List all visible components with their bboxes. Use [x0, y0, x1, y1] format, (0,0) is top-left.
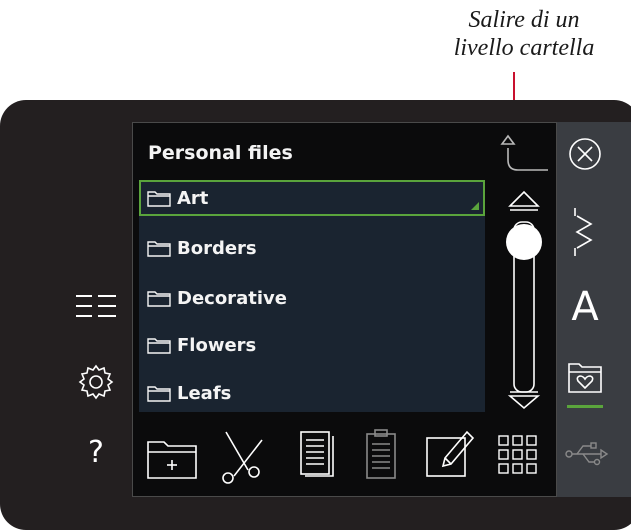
folder-icon — [147, 338, 171, 354]
scroll-up-icon[interactable] — [508, 190, 540, 207]
paste-icon — [366, 429, 396, 479]
bottom-toolbar — [139, 420, 559, 490]
help-icon[interactable]: ? — [70, 424, 130, 474]
personal-folder-button[interactable] — [557, 348, 631, 408]
list-item-label: Flowers — [177, 334, 257, 356]
personal-folder-icon — [568, 363, 602, 393]
grid-view-icon — [498, 435, 537, 474]
usb-button[interactable] — [557, 424, 631, 484]
folder-icon — [147, 191, 171, 207]
folder-icon — [147, 386, 171, 402]
annotation-label: Salire di un livello cartella — [424, 6, 624, 62]
annotation-line-1: Salire di un — [468, 7, 580, 33]
list-item-decorative[interactable]: Decorative — [139, 280, 485, 316]
list-item-leafs[interactable]: Leafs — [139, 375, 485, 411]
folder-icon — [147, 291, 171, 307]
list-view-icon[interactable] — [70, 282, 130, 332]
selection-corner-mark — [471, 202, 479, 210]
grid-view-button[interactable] — [491, 420, 547, 490]
list-item-flowers[interactable]: Flowers — [139, 327, 485, 363]
font-button[interactable]: A — [557, 272, 631, 332]
cut-button[interactable] — [214, 420, 270, 490]
font-icon: A — [571, 284, 599, 330]
new-folder-icon — [147, 441, 197, 479]
cut-icon — [222, 431, 263, 484]
active-indicator — [567, 405, 603, 408]
help-glyph: ? — [88, 435, 104, 470]
close-button[interactable] — [557, 124, 631, 184]
copy-icon — [300, 431, 334, 477]
rename-button[interactable] — [421, 420, 477, 490]
new-folder-button[interactable] — [144, 420, 200, 490]
list-item-borders[interactable]: Borders — [139, 230, 485, 266]
copy-button[interactable] — [289, 420, 345, 490]
list-item-label: Leafs — [177, 382, 232, 404]
list-item-label: Art — [177, 187, 209, 209]
font-glyph: A — [571, 284, 599, 330]
scroll-down-icon[interactable] — [507, 395, 541, 410]
stitch-button[interactable] — [557, 202, 631, 262]
right-rail: A — [557, 122, 631, 497]
list-item-label: Decorative — [177, 287, 287, 309]
stitch-icon — [574, 208, 593, 256]
paste-button[interactable] — [353, 420, 409, 490]
up-one-level-button[interactable] — [492, 130, 552, 180]
scrollbar[interactable] — [496, 186, 556, 416]
up-arrow-icon — [500, 134, 548, 171]
scroll-thumb[interactable] — [506, 224, 542, 260]
file-list: Art Borders Decorative Flowers Leafs — [139, 180, 485, 412]
settings-icon[interactable] — [70, 356, 130, 406]
annotation-line-2: livello cartella — [453, 35, 595, 61]
rename-icon — [426, 430, 475, 477]
usb-icon — [565, 442, 609, 466]
close-icon — [569, 138, 601, 170]
list-item-art[interactable]: Art — [139, 180, 485, 216]
folder-icon — [147, 241, 171, 257]
list-item-label: Borders — [177, 237, 257, 259]
panel-title: Personal files — [148, 142, 293, 164]
